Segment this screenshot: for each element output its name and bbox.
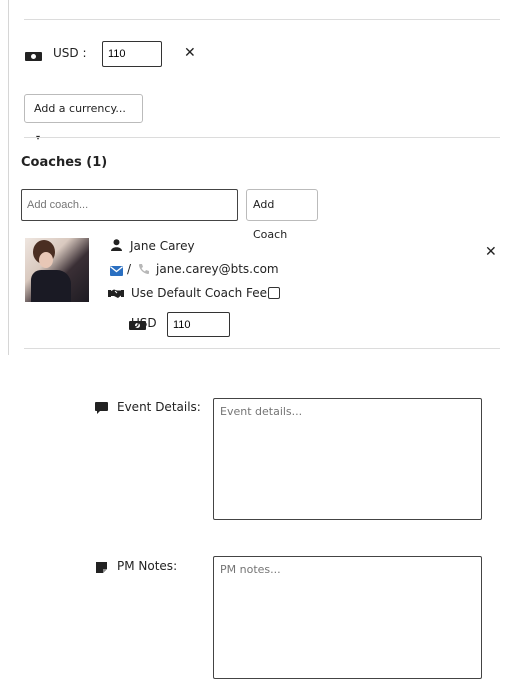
coach-currency-label: USD [131,316,157,330]
coaches-heading: Coaches (1) [21,155,108,170]
add-coach-input[interactable] [21,189,238,221]
add-currency-dropdown[interactable]: Add a currency... ▾ [24,94,143,142]
coaches-divider [24,348,500,349]
top-divider [24,19,500,20]
currency-label: USD : [53,46,87,60]
add-coach-button[interactable]: Add Coach [246,189,318,241]
comment-icon [95,402,108,414]
default-fee-label: Use Default Coach Fee [131,286,267,300]
remove-currency-icon[interactable]: ✕ [184,46,196,60]
sticky-note-icon [96,562,107,573]
section-divider [24,137,500,138]
avatar-body [31,270,71,302]
coach-email-link[interactable]: jane.carey@bts.com [156,262,279,276]
money-icon [25,52,42,61]
remove-coach-icon[interactable]: ✕ [485,245,497,259]
add-currency-label: Add a currency... [34,102,126,115]
left-border [8,0,9,355]
avatar-face [39,252,53,268]
user-icon [111,239,122,251]
handshake-icon [108,288,124,299]
coach-avatar [25,238,89,302]
coach-fee-input[interactable] [167,312,230,337]
pm-notes-textarea[interactable] [213,556,482,679]
default-fee-checkbox[interactable] [268,287,280,299]
coach-name: Jane Carey [130,239,195,253]
pm-notes-label: PM Notes: [117,559,178,573]
phone-icon[interactable] [138,263,150,275]
event-details-textarea[interactable] [213,398,482,520]
contact-separator: / [127,262,132,276]
event-details-label: Event Details: [117,400,201,414]
currency-amount-input[interactable] [102,41,162,67]
email-icon[interactable] [110,265,123,276]
